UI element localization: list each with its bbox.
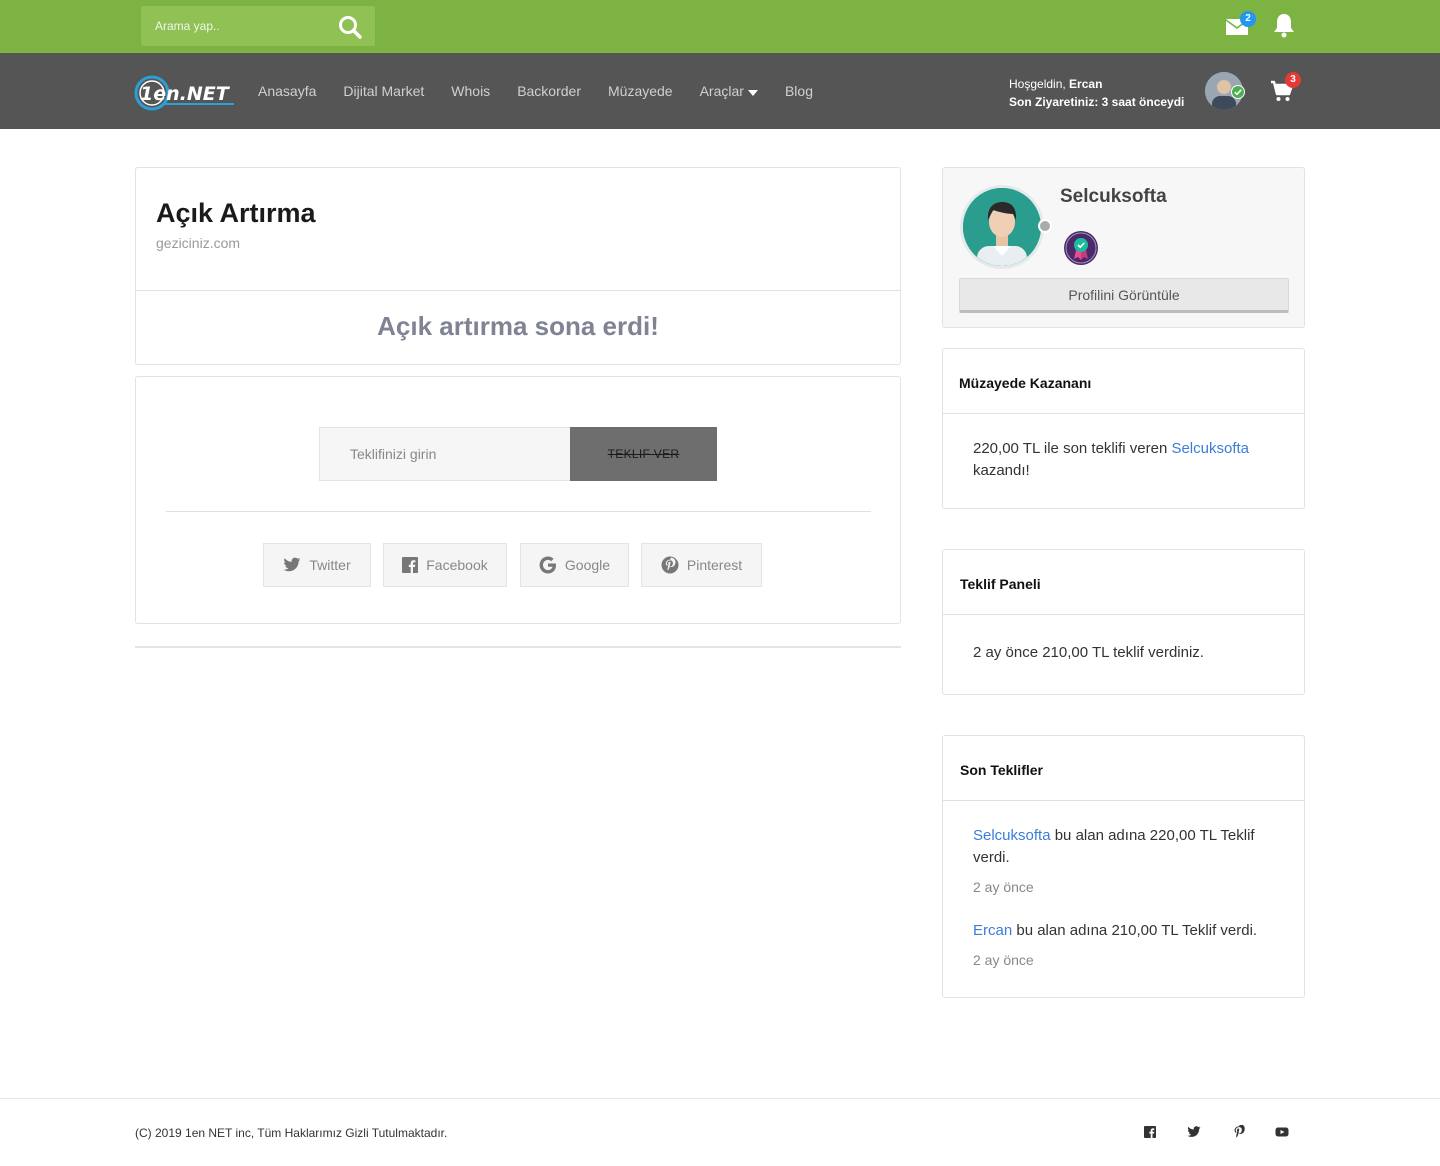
nav-item-dijital-market[interactable]: Dijital Market: [343, 83, 424, 99]
seller-card: Selcuksofta Profilini Görüntüle: [942, 167, 1305, 328]
bid-time: 2 ay önce: [973, 879, 1034, 895]
cart-button[interactable]: 3: [1270, 72, 1301, 104]
copyright: (C) 2019 1en NET inc, Tüm Haklarımız Giz…: [135, 1126, 448, 1140]
twitter-label: Twitter: [309, 557, 351, 573]
welcome-text: Hoşgeldin, Ercan Son Ziyaretiniz: 3 saat…: [1009, 75, 1184, 111]
nav-item-araclar[interactable]: Araçlar: [700, 83, 758, 99]
footer: (C) 2019 1en NET inc, Tüm Haklarımız Giz…: [0, 1098, 1440, 1166]
user-avatar[interactable]: [1205, 72, 1245, 110]
facebook-label: Facebook: [426, 557, 488, 573]
share-facebook-button[interactable]: Facebook: [383, 543, 507, 587]
google-icon: [539, 556, 556, 574]
nav-item-backorder[interactable]: Backorder: [517, 83, 581, 99]
winner-card: Müzayede Kazananı 220,00 TL ile son tekl…: [942, 348, 1305, 509]
winner-link[interactable]: Selcuksofta: [1171, 440, 1249, 457]
twitter-icon[interactable]: [1187, 1125, 1201, 1139]
seller-avatar-image: [963, 188, 1041, 266]
bid-time: 2 ay önce: [973, 952, 1034, 968]
award-badge-icon: [1064, 231, 1098, 265]
google-label: Google: [564, 557, 611, 573]
facebook-icon[interactable]: [1143, 1125, 1157, 1139]
cart-badge: 3: [1285, 72, 1301, 88]
main-nav: Anasayfa Dijital Market Whois Backorder …: [258, 53, 840, 129]
bid-text: bu alan adına 210,00 TL Teklif verdi.: [1012, 922, 1258, 939]
twitter-icon: [283, 557, 301, 572]
winner-text: 220,00 TL ile son teklifi veren Selcukso…: [973, 438, 1273, 482]
user-name: Ercan: [1069, 77, 1103, 91]
site-logo[interactable]: 1en.NET: [134, 75, 238, 111]
search-input[interactable]: [141, 6, 331, 46]
last-visit: Son Ziyaretiniz: 3 saat önceydi: [1009, 95, 1185, 109]
winner-text-before: 220,00 TL ile son teklifi veren: [973, 440, 1172, 457]
pinterest-icon[interactable]: [1232, 1125, 1246, 1139]
bidder-link[interactable]: Ercan: [973, 922, 1012, 939]
search-icon[interactable]: [337, 14, 363, 40]
divider: [943, 413, 1304, 414]
view-profile-button[interactable]: Profilini Görüntüle: [959, 278, 1289, 313]
pinterest-icon: [661, 556, 679, 574]
seller-avatar: [960, 185, 1044, 269]
nav-item-whois[interactable]: Whois: [451, 83, 490, 99]
bell-icon: [1274, 14, 1294, 38]
list-item: Selcuksofta bu alan adına 220,00 TL Tekl…: [973, 825, 1273, 898]
auction-header-card: Açık Artırma geziciniz.com Açık artırma …: [135, 167, 901, 365]
bid-card: TEKLIF VER Twitter Facebook Google Pinte…: [135, 376, 901, 624]
winner-text-after: kazandı!: [973, 462, 1030, 479]
nav-item-blog[interactable]: Blog: [785, 83, 813, 99]
bid-panel-text: 2 ay önce 210,00 TL teklif verdiniz.: [973, 644, 1204, 661]
bid-panel-card: Teklif Paneli 2 ay önce 210,00 TL teklif…: [942, 549, 1305, 695]
divider: [943, 614, 1304, 615]
chevron-down-icon: [747, 89, 758, 96]
content-bottom-line: [135, 646, 901, 648]
domain-name: geziciniz.com: [156, 235, 241, 251]
list-item: Ercan bu alan adına 210,00 TL Teklif ver…: [973, 920, 1273, 971]
mail-badge: 2: [1240, 11, 1256, 27]
bid-input[interactable]: [319, 427, 571, 481]
facebook-icon: [402, 557, 419, 573]
top-bar: 2: [0, 0, 1440, 53]
youtube-icon[interactable]: [1275, 1125, 1289, 1139]
page-title: Açık Artırma: [156, 198, 316, 228]
pinterest-label: Pinterest: [686, 557, 743, 573]
bid-button[interactable]: TEKLIF VER: [570, 427, 717, 481]
online-check-icon: [1231, 85, 1245, 99]
seller-status-dot: [1038, 219, 1052, 233]
greeting: Hoşgeldin,: [1009, 77, 1066, 91]
bidder-link[interactable]: Selcuksofta: [973, 827, 1051, 844]
share-pinterest-button[interactable]: Pinterest: [641, 543, 762, 587]
recent-bids-title: Son Teklifler: [960, 762, 1043, 778]
auction-ended-message: Açık artırma sona erdi!: [377, 311, 659, 341]
main-navbar: 1en.NET Anasayfa Dijital Market Whois Ba…: [0, 53, 1440, 129]
divider: [136, 290, 900, 291]
nav-item-araclar-label: Araçlar: [699, 83, 744, 99]
notifications-button[interactable]: [1272, 12, 1300, 40]
divider: [943, 800, 1304, 801]
recent-bids-card: Son Teklifler Selcuksofta bu alan adına …: [942, 735, 1305, 998]
share-google-button[interactable]: Google: [520, 543, 629, 587]
winner-card-title: Müzayede Kazananı: [959, 375, 1092, 391]
svg-text:1en.NET: 1en.NET: [140, 83, 231, 105]
nav-item-muzayede[interactable]: Müzayede: [608, 83, 673, 99]
share-twitter-button[interactable]: Twitter: [263, 543, 371, 587]
mail-button[interactable]: 2: [1224, 11, 1256, 40]
divider: [166, 511, 871, 512]
bid-panel-title: Teklif Paneli: [960, 576, 1041, 592]
nav-item-anasayfa[interactable]: Anasayfa: [258, 83, 316, 99]
seller-name: Selcuksofta: [1060, 186, 1167, 207]
search-box: [141, 6, 375, 46]
